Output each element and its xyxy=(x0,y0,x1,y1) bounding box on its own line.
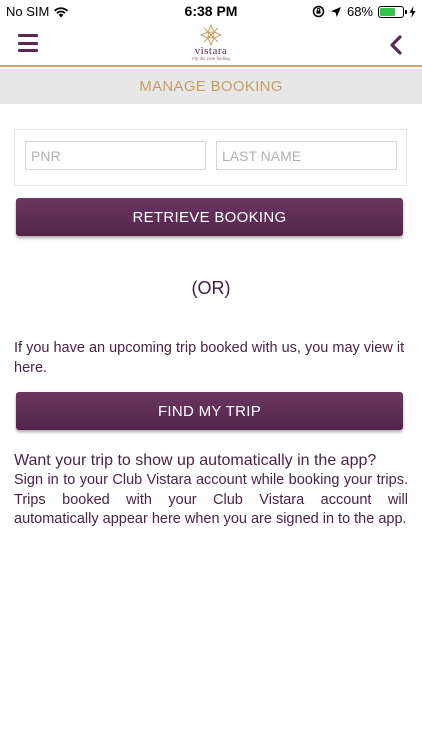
auto-trip-info: Want your trip to show up automatically … xyxy=(14,451,408,530)
last-name-input[interactable] xyxy=(216,141,397,170)
chevron-left-icon[interactable] xyxy=(386,34,406,56)
battery-icon xyxy=(378,5,407,18)
back-chevron-svg xyxy=(390,35,402,55)
battery-percent: 68% xyxy=(346,4,373,19)
pnr-input[interactable] xyxy=(25,141,206,170)
status-bar: No SIM 6:38 PM 68% xyxy=(0,0,422,24)
or-divider: (OR) xyxy=(191,278,231,298)
charging-bolt-icon xyxy=(409,5,416,18)
menu-line-bottom xyxy=(18,49,38,52)
menu-line-top xyxy=(18,34,38,37)
status-right: 68% xyxy=(312,4,416,19)
vistara-logo: vistara Fly the new feeling xyxy=(171,24,251,67)
auto-trip-heading: Want your trip to show up automatically … xyxy=(14,452,377,469)
find-my-trip-button[interactable]: FIND MY TRIP xyxy=(16,392,403,430)
hamburger-menu-icon[interactable] xyxy=(18,34,38,52)
rotation-lock-icon xyxy=(312,5,325,18)
booking-form xyxy=(14,129,407,186)
battery-fill xyxy=(380,7,395,16)
page-title: MANAGE BOOKING xyxy=(139,78,283,95)
retrieve-booking-button[interactable]: RETRIEVE BOOKING xyxy=(16,198,403,236)
menu-line-middle xyxy=(18,41,38,45)
location-arrow-icon xyxy=(330,6,341,17)
upcoming-trip-text: If you have an upcoming trip booked with… xyxy=(14,340,405,376)
app-header: vistara Fly the new feeling xyxy=(0,24,422,67)
brand-name: vistara xyxy=(194,45,228,57)
brand-tagline: Fly the new feeling xyxy=(192,56,230,61)
vistara-emblem-icon xyxy=(199,24,223,46)
auto-trip-body: Sign in to your Club Vistara account whi… xyxy=(14,472,408,527)
page-title-bar: MANAGE BOOKING xyxy=(0,69,422,104)
